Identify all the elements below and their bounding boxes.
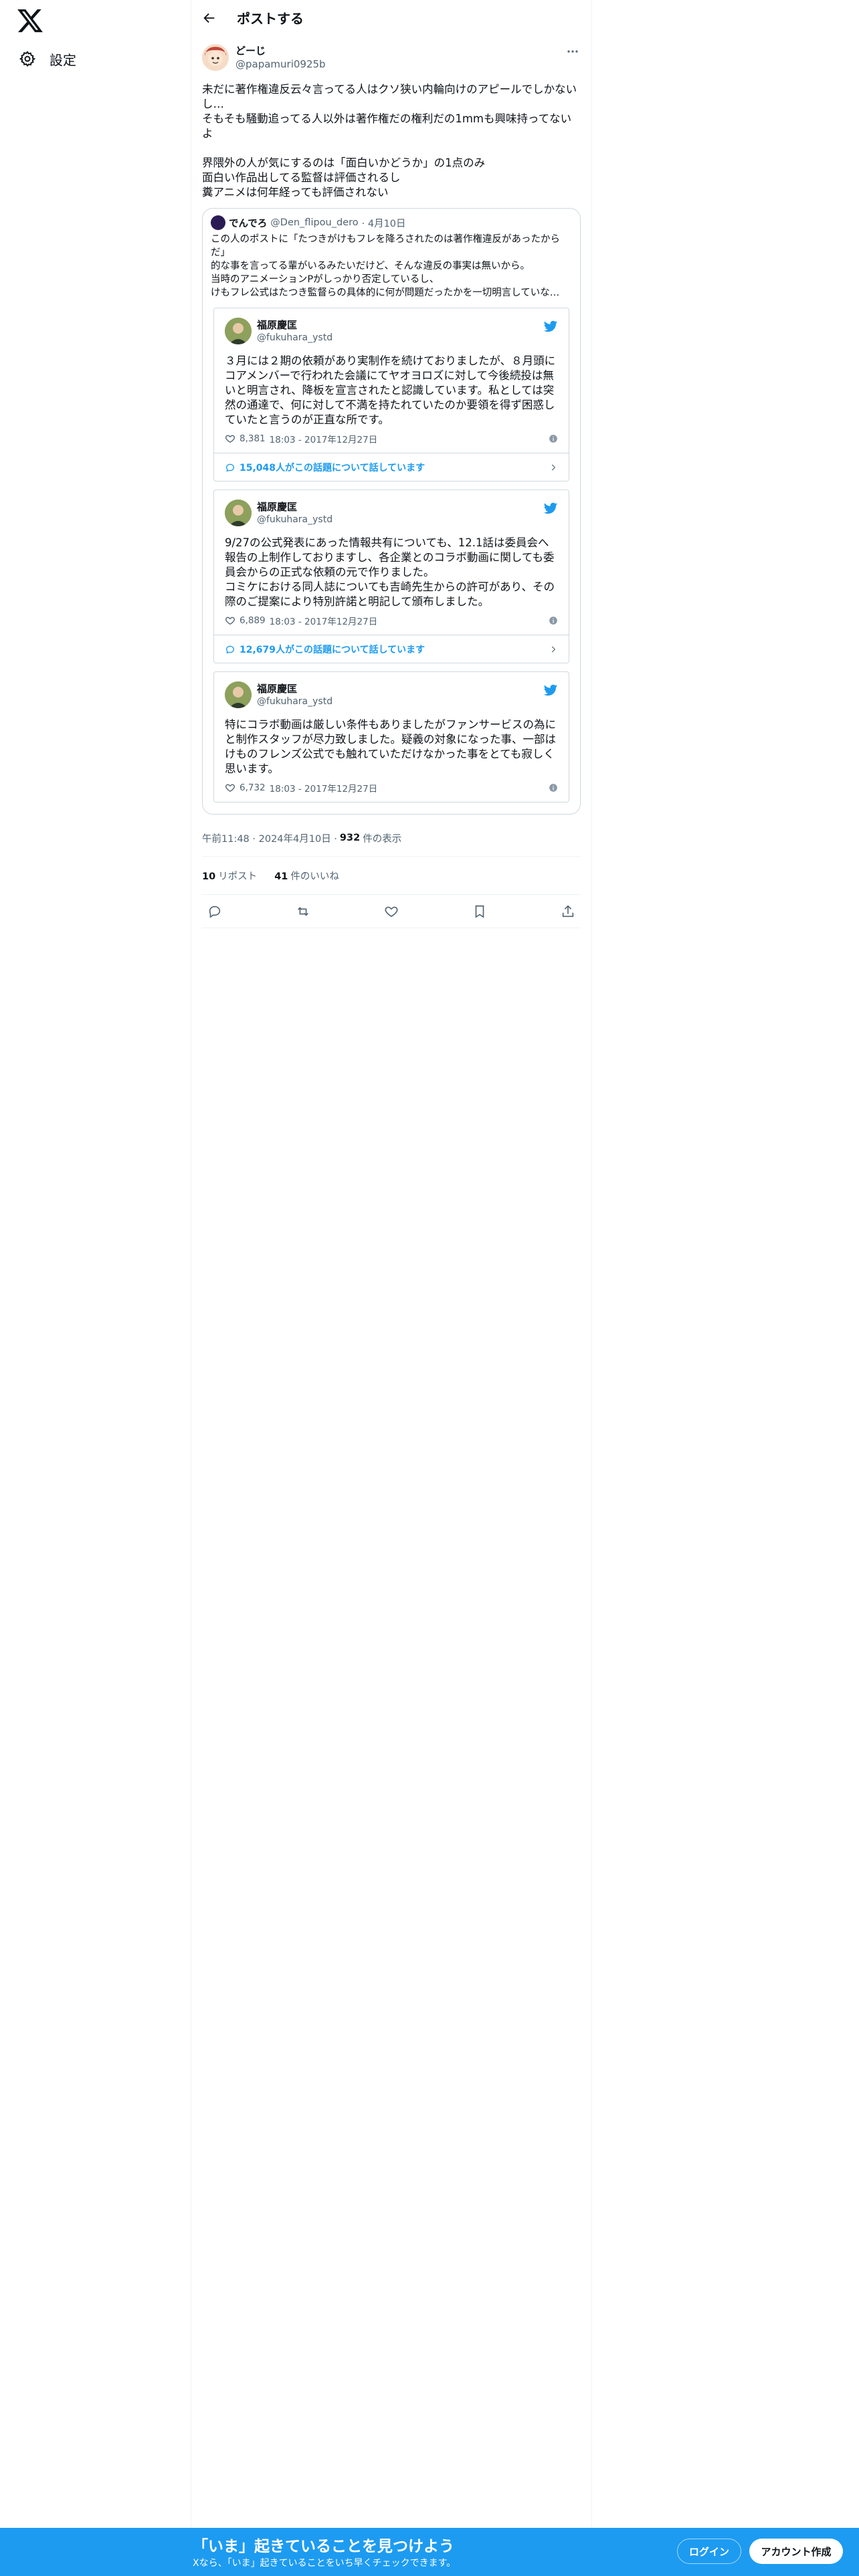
embed-time: 18:03 - 2017年12月27日 bbox=[269, 617, 378, 627]
post: どーじ @papamuri0925b 未だに著作権違反云々言ってる人はクソ狭い内… bbox=[191, 35, 591, 928]
login-button[interactable]: ログイン bbox=[677, 2539, 741, 2564]
embed-like-count: 6,889 bbox=[240, 615, 266, 626]
embed-author-name: 福原慶匡 bbox=[257, 683, 298, 695]
speech-bubble-icon bbox=[225, 645, 235, 653]
twitter-bird-icon bbox=[543, 320, 558, 332]
avatar[interactable] bbox=[202, 44, 229, 71]
likes-count: 41 bbox=[274, 871, 288, 882]
chevron-right-icon bbox=[551, 464, 556, 470]
reposts-stat[interactable]: 10 リポスト bbox=[202, 869, 257, 883]
embedded-tweet[interactable]: 福原慶匡 @fukuhara_ystd ３月には２期の依頼があり実制作を続けてお… bbox=[213, 308, 569, 481]
views-count: 932 bbox=[339, 833, 361, 843]
author-name[interactable]: どーじ bbox=[235, 44, 326, 58]
chevron-right-icon bbox=[551, 646, 556, 652]
embedded-tweet[interactable]: 福原慶匡 @fukuhara_ystd 9/27の公式発表にあった情報共有につい… bbox=[213, 490, 569, 663]
embedded-tweet[interactable]: 福原慶匡 @fukuhara_ystd 特にコラボ動画は厳しい条件もありましたが… bbox=[213, 671, 569, 802]
reposts-count: 10 bbox=[202, 871, 216, 882]
main-column: ポストする どーじ @papamuri0925b 未だに著作権違反云々言ってる人… bbox=[191, 0, 592, 2576]
embed-conversation-link[interactable]: 12,679人がこの話題について話しています bbox=[214, 635, 569, 663]
embed-conversation-link[interactable]: 15,048人がこの話題について話しています bbox=[214, 453, 569, 481]
left-sidebar: 設定 bbox=[0, 0, 191, 2576]
embed-author-name: 福原慶匡 bbox=[257, 319, 298, 331]
twitter-bird-icon bbox=[543, 684, 558, 696]
twitter-bird-icon bbox=[543, 502, 558, 514]
top-bar: ポストする bbox=[191, 0, 591, 35]
embed-author-handle: @fukuhara_ystd bbox=[257, 696, 333, 707]
embed-conversation-text: 12,679人がこの話題について話しています bbox=[240, 644, 425, 655]
embed-text: ３月には２期の依頼があり実制作を続けておりましたが、８月頭にコアメンバーで行われ… bbox=[225, 354, 556, 426]
embed-like-count: 6,732 bbox=[240, 782, 266, 793]
heart-icon[interactable] bbox=[225, 615, 235, 626]
likes-label: 件のいいね bbox=[290, 871, 339, 882]
embed-time: 18:03 - 2017年12月27日 bbox=[269, 784, 378, 794]
embed-author-handle: @fukuhara_ystd bbox=[257, 332, 333, 343]
author-handle[interactable]: @papamuri0925b bbox=[235, 58, 326, 71]
signup-banner: 「いま」起きていることを見つけよう Xなら、「いま」起きていることをいち早くチェ… bbox=[0, 2528, 859, 2576]
back-arrow-icon[interactable] bbox=[202, 11, 217, 25]
page-title: ポストする bbox=[237, 11, 304, 27]
post-author: どーじ @papamuri0925b bbox=[202, 42, 581, 73]
x-logo-icon[interactable] bbox=[16, 7, 44, 35]
create-account-button[interactable]: アカウント作成 bbox=[749, 2539, 843, 2564]
embed-text: 9/27の公式発表にあった情報共有についても、12.1話は委員会へ報告の上制作し… bbox=[225, 536, 555, 608]
embed-author-handle: @fukuhara_ystd bbox=[257, 514, 333, 525]
embed-like-count: 8,381 bbox=[240, 433, 266, 444]
avatar-image bbox=[202, 44, 229, 71]
views-label: 件の表示 bbox=[363, 833, 402, 845]
sidebar-item-label: 設定 bbox=[50, 51, 76, 68]
reply-icon[interactable] bbox=[207, 904, 222, 919]
quote-date: · 4月10日 bbox=[361, 218, 406, 229]
banner-title: 「いま」起きていることを見つけよう bbox=[193, 2538, 454, 2555]
info-icon[interactable] bbox=[549, 616, 558, 625]
likes-stat[interactable]: 41 件のいいね bbox=[274, 869, 339, 883]
like-icon[interactable] bbox=[384, 904, 399, 919]
embed-avatar bbox=[225, 681, 252, 708]
quote-author-name: でんでろ bbox=[229, 218, 268, 229]
embed-author-name: 福原慶匡 bbox=[257, 501, 298, 513]
gear-icon bbox=[19, 51, 36, 67]
post-stats: 10 リポスト 41 件のいいね bbox=[202, 856, 581, 895]
embed-conversation-text: 15,048人がこの話題について話しています bbox=[240, 462, 425, 473]
action-bar bbox=[202, 895, 581, 928]
quote-avatar bbox=[211, 215, 225, 230]
quoted-post[interactable]: でんでろ @Den_flipou_dero · 4月10日 この人のポストに「た… bbox=[202, 208, 581, 815]
embed-time: 18:03 - 2017年12月27日 bbox=[269, 435, 378, 445]
heart-icon[interactable] bbox=[225, 433, 235, 444]
speech-bubble-icon bbox=[225, 463, 235, 471]
embed-text: 特にコラボ動画は厳しい条件もありましたがファンサービスの為にと制作スタッフが尽力… bbox=[225, 718, 556, 775]
banner-subtitle: Xなら、「いま」起きていることをいち早くチェックできます。 bbox=[193, 2558, 456, 2569]
reposts-label: リポスト bbox=[218, 871, 258, 882]
repost-icon[interactable] bbox=[296, 904, 310, 919]
info-icon[interactable] bbox=[549, 783, 558, 792]
embed-avatar bbox=[225, 318, 252, 344]
embed-avatar bbox=[225, 500, 252, 526]
more-options-icon[interactable] bbox=[565, 43, 581, 60]
share-icon[interactable] bbox=[561, 904, 575, 919]
post-timestamp: 午前11:48 · 2024年4月10日 · 932 件の表示 bbox=[202, 828, 581, 848]
post-time[interactable]: 午前11:48 · 2024年4月10日 · bbox=[202, 831, 337, 845]
bookmark-icon[interactable] bbox=[472, 904, 487, 919]
info-icon[interactable] bbox=[549, 434, 558, 443]
quote-author-handle: @Den_flipou_dero bbox=[270, 217, 359, 228]
post-text: 未だに著作権違反云々言ってる人はクソ狭い内輪向けのアピールでしかないし… そもそ… bbox=[202, 83, 577, 199]
sidebar-item-settings[interactable]: 設定 bbox=[16, 43, 83, 75]
quote-text: この人のポストに「たつきがけもフレを降ろされたのは著作権違反があったからだ」 的… bbox=[211, 234, 560, 298]
heart-icon[interactable] bbox=[225, 782, 235, 793]
